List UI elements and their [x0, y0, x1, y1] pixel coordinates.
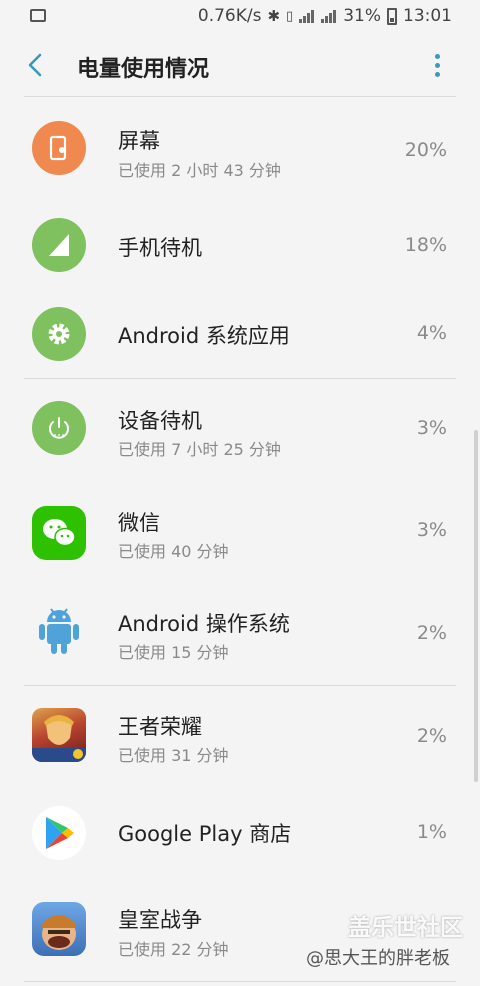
clock: 13:01	[403, 6, 452, 26]
network-speed: 0.76K/s	[197, 6, 262, 26]
game-icon-svg	[32, 715, 86, 762]
item-usage: 已使用 40 分钟	[118, 542, 229, 561]
watermark-brand: 盖乐世社区	[348, 915, 463, 941]
item-percent: 2%	[416, 725, 447, 747]
item-percent: 1%	[416, 821, 447, 843]
image-icon	[30, 9, 46, 22]
item-usage: 已使用 22 分钟	[118, 940, 229, 959]
watermark-author: @思大王的胖老板	[306, 948, 450, 969]
android-robot-icon-svg	[39, 608, 79, 654]
back-arrow-icon[interactable]	[22, 48, 52, 82]
battery-percent: 31%	[343, 6, 381, 26]
item-percent: 2%	[416, 622, 447, 644]
item-name: 设备待机	[118, 409, 202, 433]
game-icon	[32, 708, 86, 762]
signal-icon	[321, 9, 337, 23]
scrollbar[interactable]	[474, 430, 478, 782]
power-icon-svg	[49, 417, 69, 439]
item-name: 微信	[118, 511, 160, 535]
item-usage: 已使用 15 分钟	[118, 643, 229, 662]
list-item[interactable]: 屏幕 已使用 2 小时 43 分钟 20%	[0, 97, 480, 201]
signal-bars-icon-svg	[49, 234, 69, 256]
item-percent: 4%	[416, 322, 447, 344]
gear-icon	[32, 307, 86, 361]
page-title: 电量使用情况	[77, 57, 210, 82]
clash-royale-icon-svg	[42, 915, 76, 950]
item-name: Google Play 商店	[118, 822, 292, 846]
item-name: 手机待机	[118, 236, 202, 260]
item-percent: 18%	[404, 234, 447, 256]
wechat-icon-svg	[43, 519, 76, 547]
item-usage: 已使用 7 小时 25 分钟	[118, 440, 281, 459]
screen-brightness-icon	[32, 121, 86, 175]
vibrate-icon: ▯	[286, 8, 294, 24]
item-name: Android 系统应用	[118, 324, 290, 348]
clash-royale-icon	[32, 902, 86, 956]
list-item[interactable]: Android 系统应用 4%	[0, 292, 480, 378]
item-name: Android 操作系统	[118, 612, 290, 636]
app-bar: 电量使用情况	[0, 34, 480, 96]
google-play-icon	[32, 806, 86, 860]
list-item[interactable]: 手机待机 18%	[0, 201, 480, 292]
android-robot-icon	[32, 605, 86, 659]
more-vert-icon[interactable]	[430, 52, 446, 80]
battery-icon	[387, 7, 397, 25]
item-name: 王者荣耀	[118, 715, 202, 739]
signal-bars-icon	[32, 218, 86, 272]
item-usage: 已使用 2 小时 43 分钟	[118, 161, 281, 180]
list-item[interactable]: 王者荣耀 已使用 31 分钟 2%	[0, 686, 480, 788]
divider	[24, 981, 456, 982]
bluetooth-icon: ✱	[267, 7, 281, 25]
list-item[interactable]: 微信 已使用 40 分钟 3%	[0, 481, 480, 583]
back-arrow-icon-svg	[28, 53, 42, 77]
screen-brightness-icon-svg	[49, 135, 67, 161]
list-item[interactable]: 设备待机 已使用 7 小时 25 分钟 3%	[0, 379, 480, 481]
status-bar: 0.76K/s ✱ ▯ 31% 13:01	[0, 0, 480, 34]
item-percent: 3%	[416, 519, 447, 541]
list-item[interactable]: Android 操作系统 已使用 15 分钟 2%	[0, 583, 480, 685]
gear-icon-svg	[48, 323, 70, 345]
4g-signal-icon	[299, 9, 315, 23]
google-play-icon-svg	[46, 817, 74, 849]
item-percent: 20%	[404, 139, 447, 161]
list-item[interactable]: Google Play 商店 1%	[0, 788, 480, 882]
wechat-icon	[32, 506, 86, 560]
item-name: 皇室战争	[118, 908, 202, 932]
item-usage: 已使用 31 分钟	[118, 746, 229, 765]
status-right: 0.76K/s ✱ ▯ 31% 13:01	[198, 6, 452, 26]
item-name: 屏幕	[118, 129, 160, 153]
item-percent: 3%	[416, 417, 447, 439]
power-icon	[32, 401, 86, 455]
